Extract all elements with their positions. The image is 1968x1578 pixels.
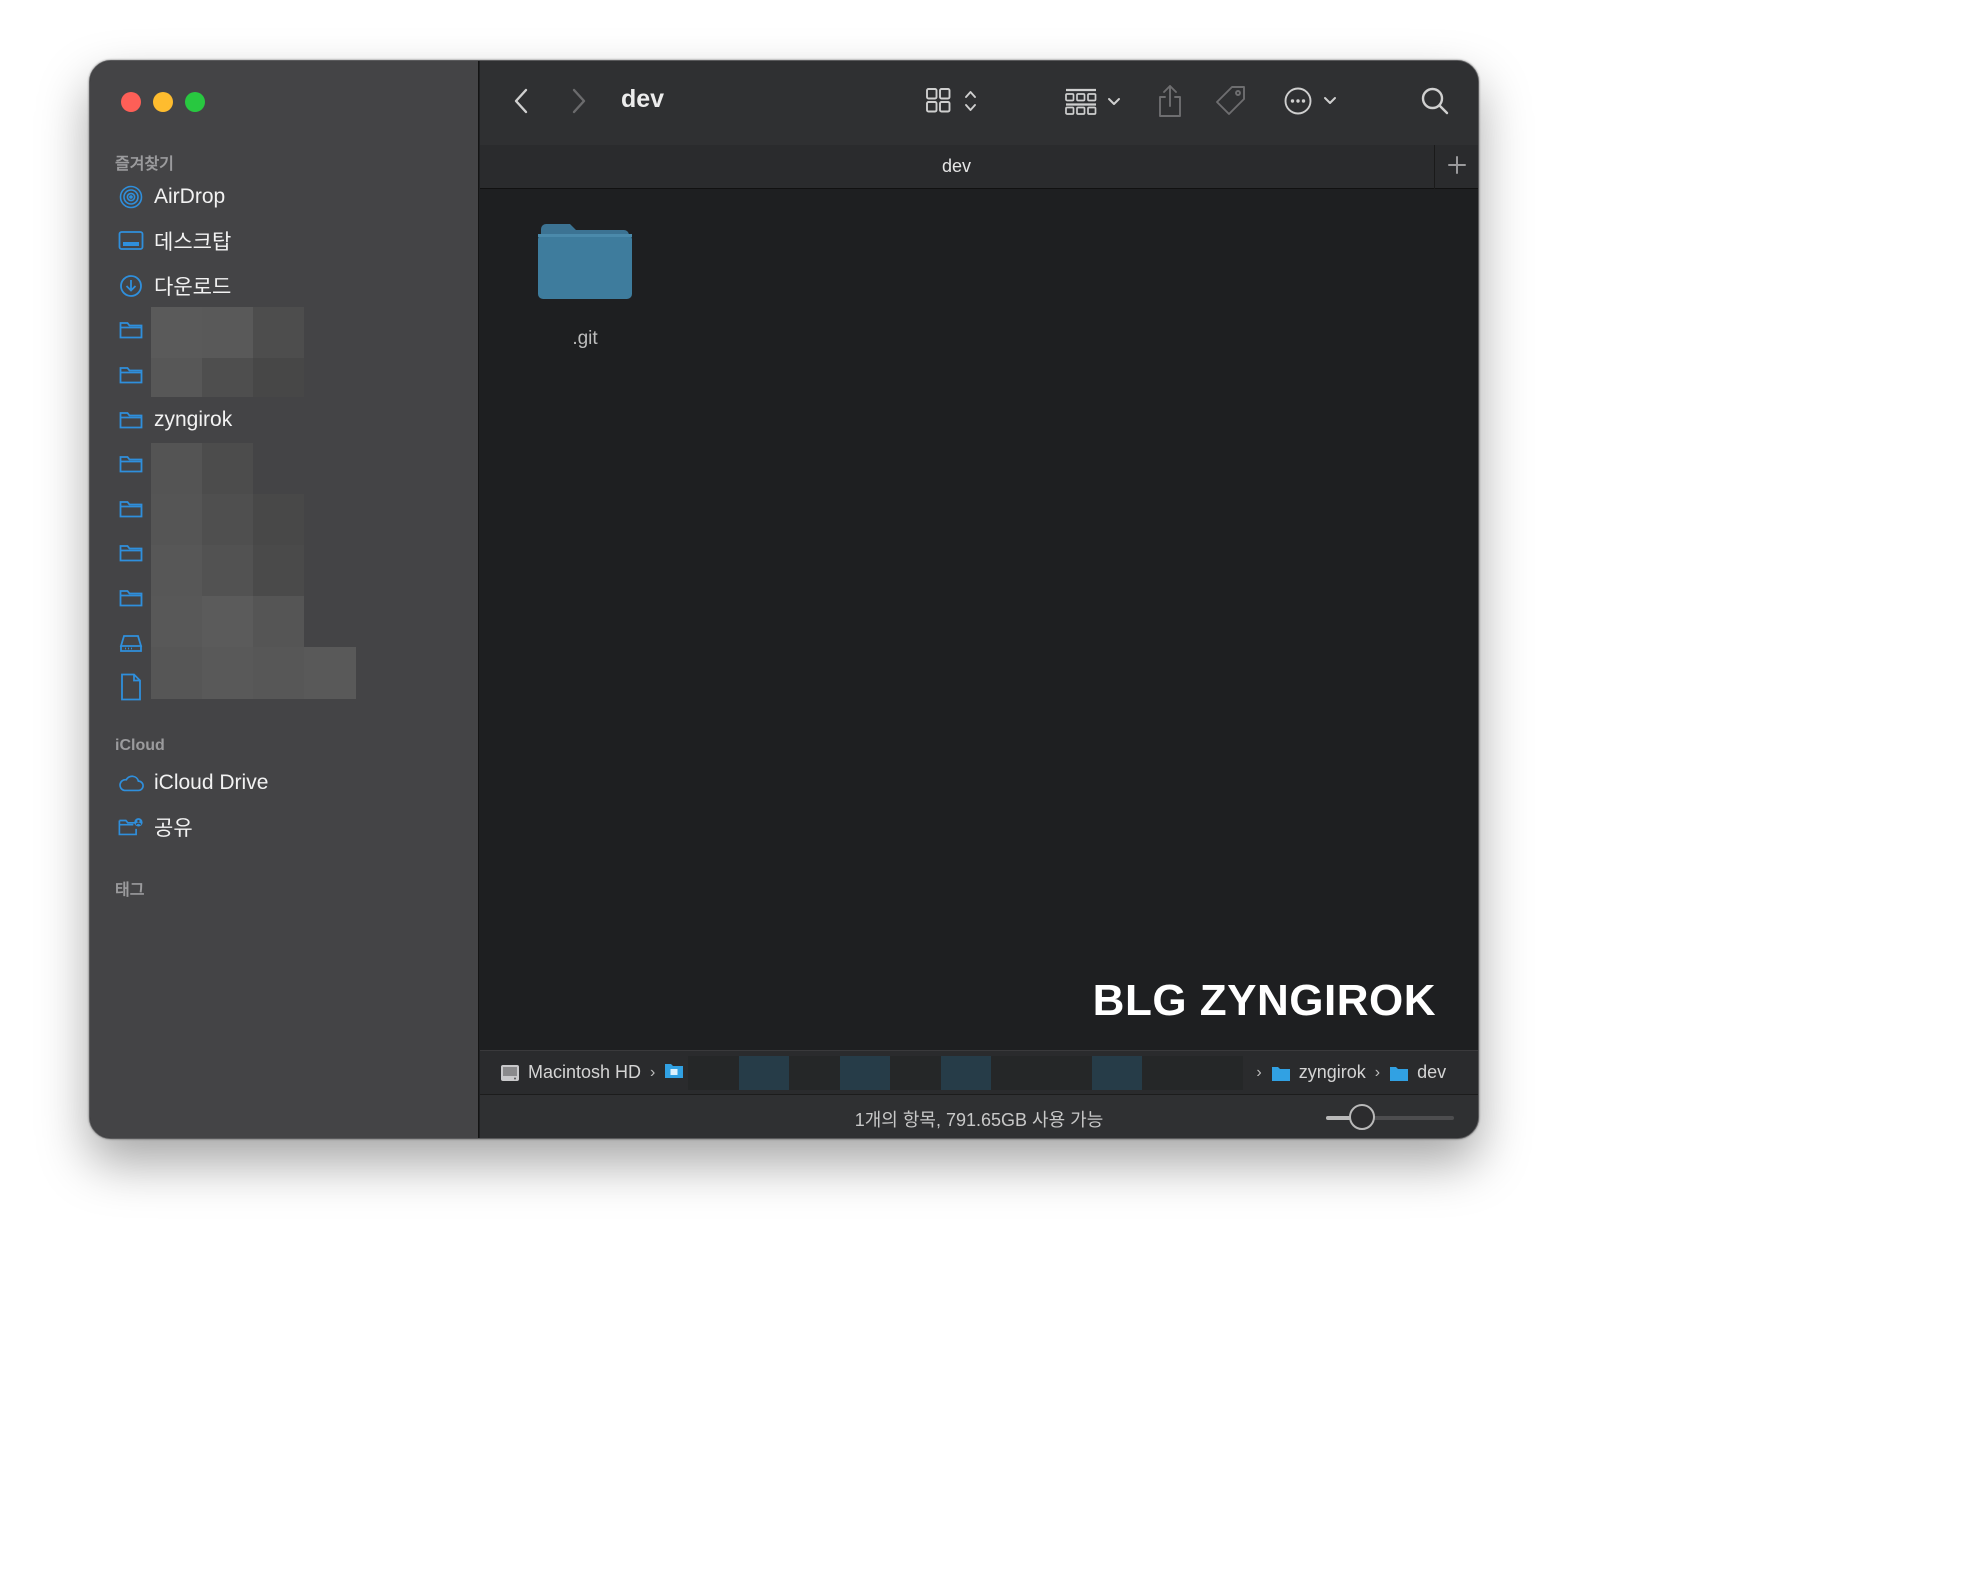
tab-dev[interactable]: dev — [480, 156, 1433, 177]
share-button[interactable] — [1156, 83, 1184, 123]
file-browser[interactable]: .git BLG ZYNGIROK — [480, 189, 1478, 1050]
sidebar-item-folder[interactable] — [118, 357, 144, 393]
folder-icon — [118, 407, 144, 433]
sidebar-item-folder[interactable] — [118, 446, 144, 482]
tags-section-title: 태그 — [115, 882, 145, 899]
folder-icon — [118, 585, 144, 611]
folder-icon — [1389, 1064, 1409, 1082]
cloud-icon — [118, 770, 144, 796]
folder-icon — [118, 451, 144, 477]
sidebar-item-airdrop[interactable]: AirDrop — [118, 179, 225, 215]
forward-button[interactable] — [568, 83, 588, 123]
download-icon — [118, 273, 144, 299]
sidebar-item-label: 데스크탑 — [154, 231, 232, 254]
share-icon — [1156, 84, 1184, 123]
sidebar: 즐겨찾기 AirDrop 데스크탑 다운로드 zyngirok iCloud i… — [90, 61, 479, 1138]
path-label: dev — [1417, 1062, 1447, 1082]
plus-icon — [1447, 155, 1466, 179]
folder-icon — [537, 224, 633, 305]
tag-icon — [1214, 84, 1248, 123]
zoom-button[interactable] — [185, 92, 205, 112]
chevron-right-icon — [568, 87, 588, 120]
chevron-left-icon — [512, 87, 532, 120]
airdrop-icon — [118, 184, 144, 210]
watermark: BLG ZYNGIROK — [1092, 976, 1436, 1025]
window-title: dev — [621, 85, 665, 113]
folder-icon — [118, 362, 144, 388]
path-separator-icon: › — [1256, 1063, 1262, 1081]
icon-grid-icon — [925, 86, 985, 121]
folder-icon — [1271, 1064, 1291, 1082]
document-icon — [118, 673, 144, 701]
more-actions-button[interactable] — [1283, 83, 1341, 123]
drive-icon — [118, 630, 144, 656]
icon-size-slider[interactable] — [1326, 1104, 1454, 1130]
path-item-zyngirok[interactable]: zyngirok — [1271, 1062, 1366, 1083]
sidebar-item-folder[interactable] — [118, 312, 144, 348]
path-label: zyngirok — [1298, 1062, 1366, 1082]
search-button[interactable] — [1420, 83, 1450, 123]
folder-icon — [118, 496, 144, 522]
redacted-path — [688, 1055, 1244, 1090]
redacted-area — [151, 307, 356, 701]
hard-drive-icon — [500, 1063, 520, 1083]
slider-knob[interactable] — [1348, 1104, 1375, 1130]
sidebar-item-downloads[interactable]: 다운로드 — [118, 268, 231, 304]
minimize-button[interactable] — [153, 92, 173, 112]
group-by-button[interactable] — [1064, 83, 1126, 123]
icloud-section-title: iCloud — [115, 737, 165, 754]
sidebar-item-desktop[interactable]: 데스크탑 — [118, 223, 231, 259]
path-label: Macintosh HD — [528, 1062, 642, 1082]
folder-icon — [118, 317, 144, 343]
file-name: .git — [572, 328, 598, 349]
sidebar-item-label: 공유 — [154, 817, 193, 840]
sidebar-item-icloud-drive[interactable]: iCloud Drive — [118, 765, 268, 801]
file-item-git[interactable]: .git — [535, 221, 635, 350]
ellipsis-circle-icon — [1283, 85, 1341, 122]
finder-window: 즐겨찾기 AirDrop 데스크탑 다운로드 zyngirok iCloud i… — [89, 60, 1479, 1139]
sidebar-item-folder[interactable] — [118, 491, 144, 527]
desktop-icon — [118, 228, 144, 254]
sidebar-item-document[interactable] — [118, 669, 144, 705]
close-button[interactable] — [121, 92, 141, 112]
toolbar: dev — [480, 61, 1478, 145]
back-button[interactable] — [512, 83, 532, 123]
sidebar-item-label: AirDrop — [154, 185, 226, 208]
favorites-section-title: 즐겨찾기 — [115, 156, 174, 173]
path-item-dev[interactable]: dev — [1389, 1062, 1446, 1083]
path-bar: Macintosh HD › › zyngirok › dev — [480, 1050, 1478, 1094]
search-icon — [1420, 86, 1450, 121]
path-separator-icon: › — [650, 1063, 656, 1081]
tab-bar: dev — [480, 145, 1478, 189]
folder-icon — [118, 540, 144, 566]
shared-folder-icon — [118, 814, 144, 840]
status-bar: 1개의 항목, 791.65GB 사용 가능 — [480, 1094, 1478, 1138]
group-grid-icon — [1064, 86, 1126, 121]
path-item-macintosh-hd[interactable]: Macintosh HD — [500, 1062, 641, 1083]
window-controls — [121, 92, 205, 112]
home-folder-icon[interactable] — [664, 1061, 684, 1084]
view-mode-button[interactable] — [925, 83, 985, 123]
sidebar-item-drive[interactable] — [118, 625, 144, 661]
path-separator-icon: › — [1374, 1063, 1381, 1081]
sidebar-item-label: iCloud Drive — [154, 771, 269, 794]
sidebar-item-folder[interactable] — [118, 580, 144, 616]
new-tab-button[interactable] — [1434, 145, 1478, 189]
sidebar-item-folder[interactable] — [118, 535, 144, 571]
sidebar-item-shared[interactable]: 공유 — [118, 809, 193, 845]
tag-button[interactable] — [1214, 83, 1248, 123]
sidebar-item-label: 다운로드 — [154, 276, 232, 299]
